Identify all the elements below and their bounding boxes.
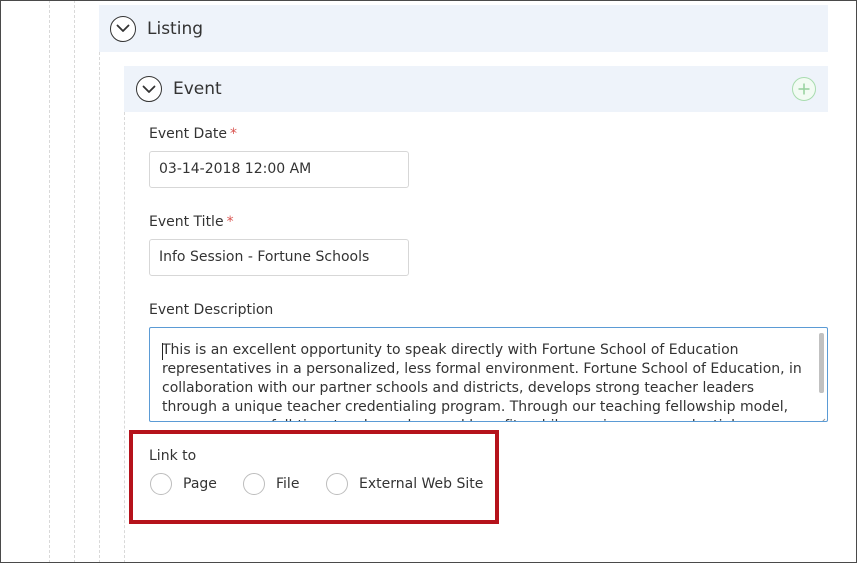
event-description-textarea[interactable]: This is an excellent opportunity to spea…	[149, 327, 828, 422]
link-to-option-external-web-site[interactable]: External Web Site	[326, 472, 483, 496]
tree-guide-line	[49, 0, 50, 563]
event-description-label: Event Description	[149, 302, 274, 318]
link-to-option-file[interactable]: File	[243, 472, 299, 496]
required-marker: *	[230, 126, 238, 142]
radio-button[interactable]	[150, 473, 172, 495]
link-to-option-page[interactable]: Page	[150, 472, 217, 496]
tree-guide-line	[124, 112, 125, 563]
radio-button[interactable]	[326, 473, 348, 495]
radio-label: Page	[183, 476, 217, 492]
event-title-label: Event Title *	[149, 214, 234, 230]
event-section-header[interactable]: Event	[124, 66, 828, 112]
event-date-label: Event Date *	[149, 126, 237, 142]
listing-section-title: Listing	[147, 18, 204, 39]
resize-grip-icon[interactable]	[817, 411, 826, 421]
radio-button[interactable]	[243, 473, 265, 495]
tree-guide-line	[99, 52, 100, 563]
radio-label: File	[276, 476, 300, 492]
event-date-label-text: Event Date	[149, 126, 228, 142]
event-description-text: This is an excellent opportunity to spea…	[162, 342, 802, 421]
listing-section-header[interactable]: Listing	[99, 5, 828, 52]
scrollbar-thumb[interactable]	[819, 333, 824, 393]
radio-label: External Web Site	[359, 476, 484, 492]
textarea-scrollbar[interactable]	[817, 329, 826, 420]
text-caret	[162, 343, 163, 360]
chevron-down-icon[interactable]	[136, 76, 162, 102]
event-title-label-text: Event Title	[149, 214, 224, 230]
tree-guide-line	[74, 0, 75, 563]
event-date-input[interactable]: 03-14-2018 12:00 AM	[149, 151, 409, 188]
plus-icon[interactable]	[792, 77, 816, 101]
event-title-input[interactable]: Info Session - Fortune Schools	[149, 239, 409, 276]
event-section-title: Event	[173, 79, 222, 99]
chevron-down-icon[interactable]	[110, 15, 136, 42]
link-to-label: Link to	[149, 448, 197, 464]
required-marker: *	[226, 214, 234, 230]
